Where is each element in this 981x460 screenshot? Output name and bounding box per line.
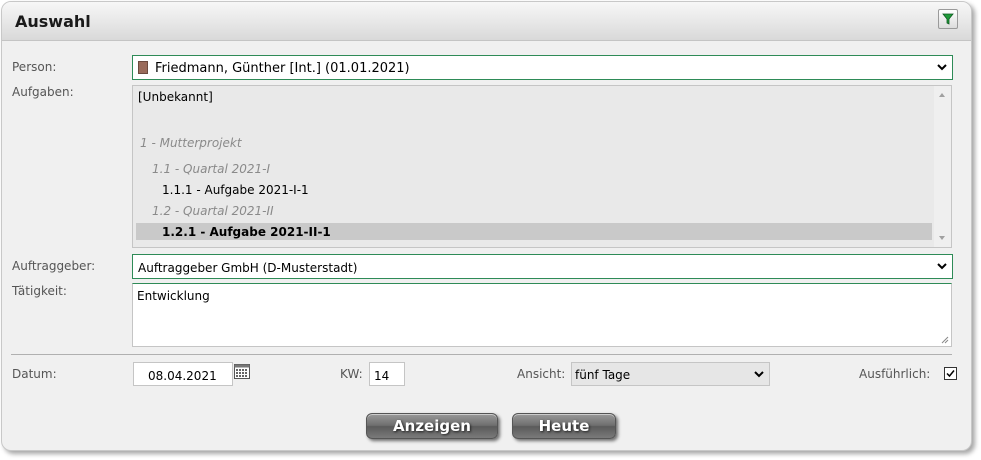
person-select[interactable]: Friedmann, Günther [Int.] (01.01.2021) — [132, 55, 953, 80]
panel-header: Auswahl — [2, 2, 971, 41]
kw-input[interactable]: 14 — [369, 362, 405, 386]
list-item[interactable]: 1.1.1 - Aufgabe 2021-I-1 — [162, 183, 309, 197]
anzeigen-button[interactable]: Anzeigen — [366, 413, 498, 439]
list-item[interactable]: [Unbekannt] — [138, 90, 213, 104]
aufgaben-label: Aufgaben: — [12, 85, 74, 99]
taetigkeit-label: Tätigkeit: — [12, 284, 67, 298]
ansicht-label: Ansicht: — [517, 367, 566, 381]
list-item: 1.1 - Quartal 2021-I — [152, 162, 270, 176]
ausfuehrlich-label: Ausführlich: — [859, 367, 931, 381]
auftraggeber-value: Auftraggeber GmbH (D-Musterstadt) — [138, 261, 358, 275]
ausfuehrlich-checkbox[interactable] — [944, 367, 957, 380]
datum-label: Datum: — [12, 367, 57, 381]
listbox-scrollbar[interactable] — [934, 86, 951, 247]
scroll-up-icon[interactable] — [939, 93, 945, 97]
divider — [11, 354, 952, 355]
chevron-down-icon[interactable] — [932, 56, 952, 79]
datum-value: 08.04.2021 — [148, 369, 217, 383]
person-icon — [138, 61, 148, 74]
list-item-label: 1.2.1 - Aufgabe 2021-II-1 — [162, 225, 331, 239]
chevron-down-icon[interactable] — [749, 363, 769, 385]
taetigkeit-value: Entwicklung — [137, 289, 210, 303]
scroll-down-icon[interactable] — [939, 236, 945, 240]
person-value: Friedmann, Günther [Int.] (01.01.2021) — [155, 61, 410, 76]
calendar-icon[interactable] — [234, 363, 250, 379]
aufgaben-listbox[interactable]: [Unbekannt] 1 - Mutterprojekt 1.1 - Quar… — [132, 85, 952, 248]
datum-input[interactable]: 08.04.2021 — [133, 362, 233, 386]
checkmark-icon — [946, 370, 955, 378]
auftraggeber-select[interactable]: Auftraggeber GmbH (D-Musterstadt) — [132, 254, 953, 279]
panel-title: Auswahl — [15, 12, 91, 31]
kw-value: 14 — [374, 369, 390, 383]
ansicht-value: fünf Tage — [575, 368, 631, 382]
taetigkeit-textarea[interactable]: Entwicklung — [132, 283, 952, 347]
ansicht-select[interactable]: fünf Tage — [571, 362, 770, 386]
list-item: 1 - Mutterprojekt — [140, 136, 242, 150]
heute-button[interactable]: Heute — [512, 413, 616, 439]
list-item: 1.2 - Quartal 2021-II — [152, 204, 274, 218]
chevron-down-icon[interactable] — [932, 255, 952, 278]
person-label: Person: — [12, 60, 57, 74]
filter-icon[interactable] — [938, 9, 958, 29]
list-item-selected[interactable]: 1.2.1 - Aufgabe 2021-II-1 — [136, 223, 932, 240]
auftraggeber-label: Auftraggeber: — [12, 259, 96, 273]
kw-label: KW: — [340, 367, 363, 381]
resize-grip-icon[interactable] — [941, 336, 949, 344]
